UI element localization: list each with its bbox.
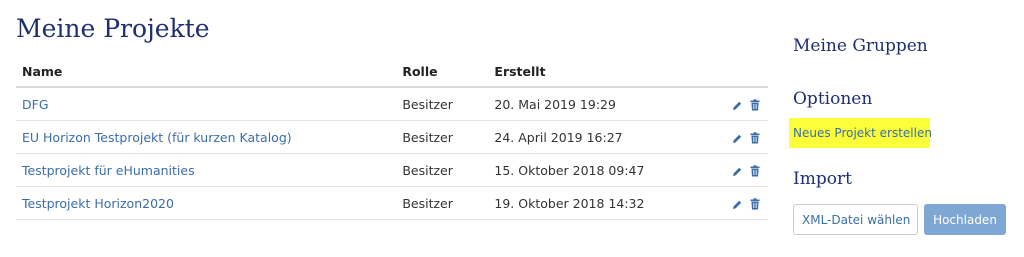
import-heading: Import: [793, 169, 852, 189]
project-link[interactable]: Testprojekt für eHumanities: [22, 163, 195, 178]
project-created: 20. Mai 2019 19:29: [488, 87, 727, 121]
table-header-row: Name Rolle Erstellt: [16, 56, 768, 88]
trash-icon[interactable]: [750, 132, 760, 144]
project-created: 19. Oktober 2018 14:32: [488, 186, 727, 220]
pencil-icon[interactable]: [732, 99, 742, 111]
new-project-highlight: Neues Projekt erstellen: [789, 118, 932, 148]
pencil-icon[interactable]: [732, 165, 742, 177]
project-role: Besitzer: [396, 153, 489, 187]
trash-icon[interactable]: [750, 165, 760, 177]
project-role: Besitzer: [396, 186, 489, 220]
trash-icon[interactable]: [750, 99, 760, 111]
table-row: DFG Besitzer 20. Mai 2019 19:29: [16, 87, 768, 121]
pencil-icon[interactable]: [732, 132, 742, 144]
trash-icon[interactable]: [750, 198, 760, 210]
table-row: EU Horizon Testprojekt (für kurzen Katal…: [16, 120, 768, 154]
table-row: Testprojekt Horizon2020 Besitzer 19. Okt…: [16, 186, 768, 220]
choose-xml-file-button[interactable]: XML-Datei wählen: [793, 204, 918, 235]
column-header-name: Name: [16, 56, 397, 88]
project-link[interactable]: DFG: [22, 97, 49, 112]
column-header-role: Rolle: [396, 56, 489, 88]
project-created: 15. Oktober 2018 09:47: [488, 153, 727, 187]
groups-heading: Meine Gruppen: [793, 36, 928, 56]
pencil-icon[interactable]: [732, 198, 742, 210]
page-title: Meine Projekte: [16, 14, 210, 43]
project-link[interactable]: EU Horizon Testprojekt (für kurzen Katal…: [22, 130, 292, 145]
new-project-link[interactable]: Neues Projekt erstellen: [793, 126, 932, 140]
project-link[interactable]: Testprojekt Horizon2020: [22, 196, 174, 211]
column-header-created: Erstellt: [488, 56, 727, 88]
projects-table: Name Rolle Erstellt DFG Besitzer 20. Mai…: [16, 56, 768, 220]
project-role: Besitzer: [396, 87, 489, 121]
project-created: 24. April 2019 16:27: [488, 120, 727, 154]
table-row: Testprojekt für eHumanities Besitzer 15.…: [16, 153, 768, 187]
column-header-actions: [726, 56, 768, 88]
options-heading: Optionen: [793, 89, 873, 109]
upload-button[interactable]: Hochladen: [924, 204, 1006, 235]
project-role: Besitzer: [396, 120, 489, 154]
